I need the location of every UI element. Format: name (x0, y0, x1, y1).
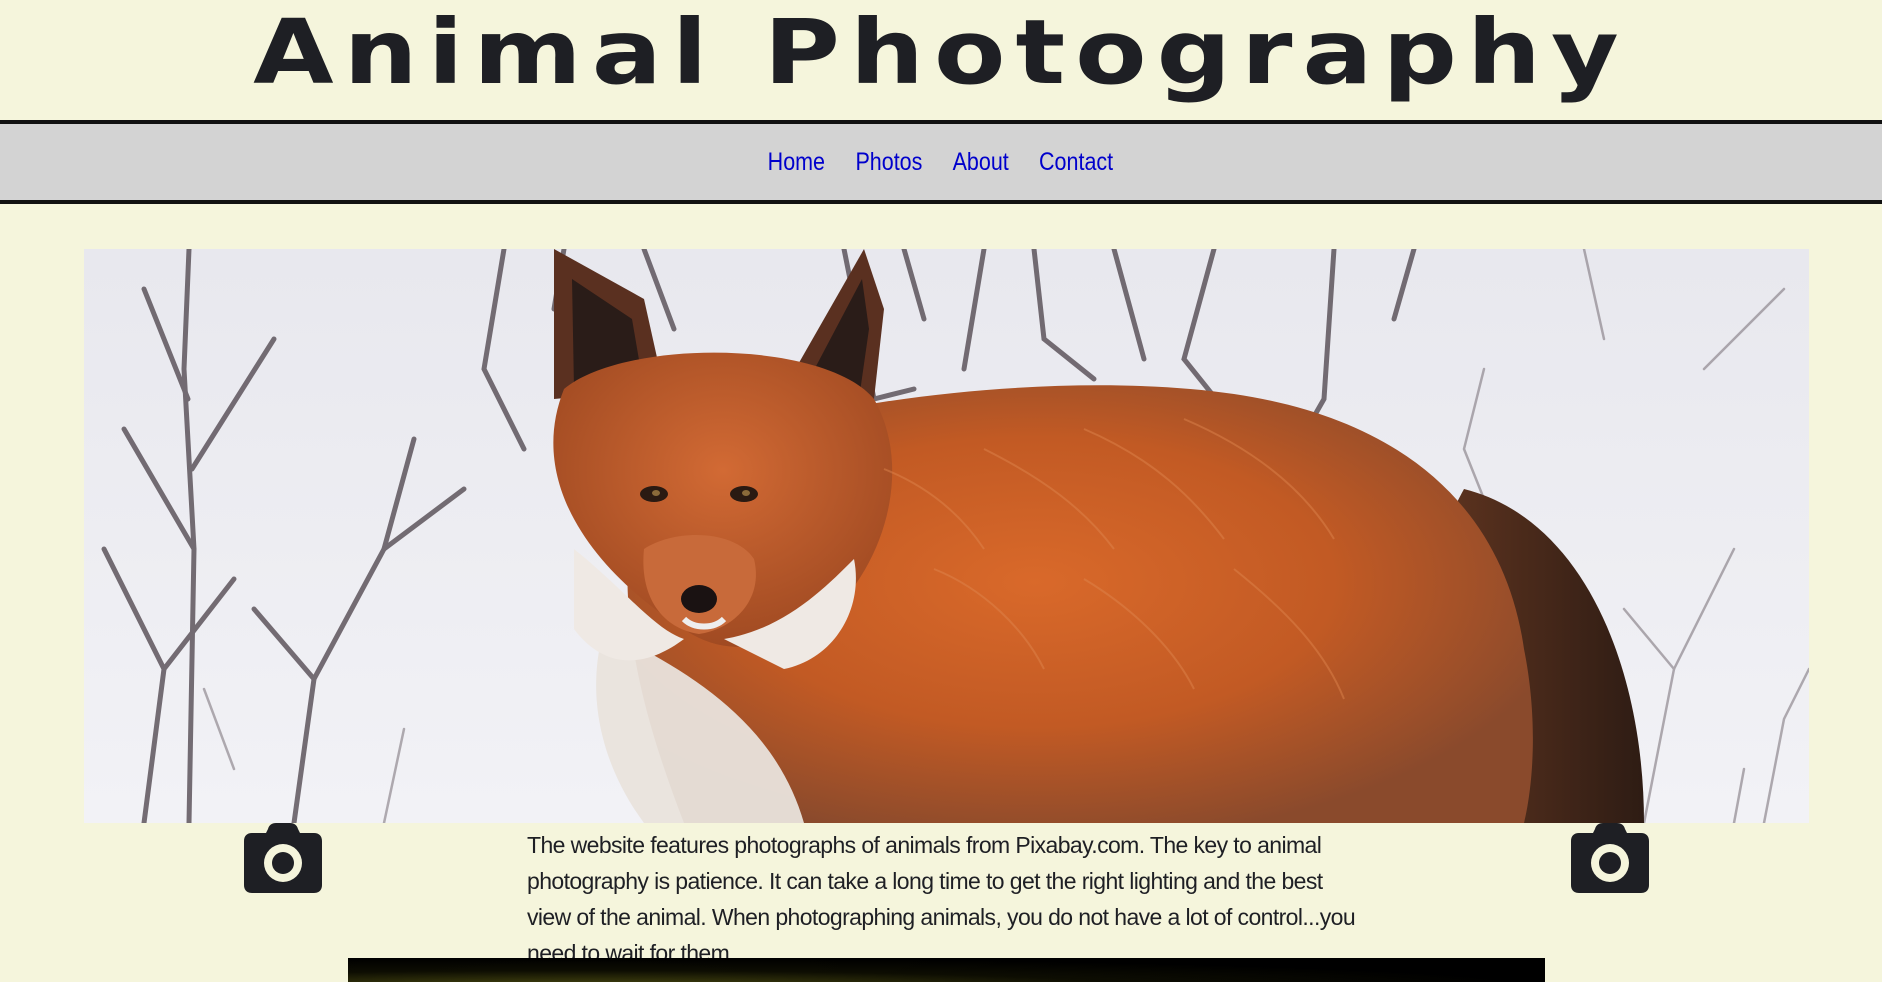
intro-paragraph: The website features photographs of anim… (527, 832, 1356, 966)
nav-link-contact[interactable]: Contact (1039, 148, 1113, 177)
site-header: Animal Photography (0, 0, 1882, 120)
nav-list: Home Photos About Contact (763, 148, 1119, 177)
camera-icon (244, 823, 322, 893)
nav-item-photos: Photos (850, 148, 928, 177)
intro-section: The website features photographs of anim… (0, 823, 1882, 966)
nav-item-contact: Contact (1033, 148, 1119, 177)
nav-link-about[interactable]: About (952, 148, 1008, 177)
main-navigation: Home Photos About Contact (0, 120, 1882, 204)
nav-item-home: Home (763, 148, 830, 177)
nav-link-home[interactable]: Home (768, 148, 825, 177)
next-photo-preview (348, 958, 1545, 982)
nav-item-about: About (948, 148, 1013, 177)
camera-icon (1571, 823, 1649, 893)
nav-link-photos[interactable]: Photos (855, 148, 922, 177)
hero-fox-photo (84, 249, 1809, 823)
site-title: Animal Photography (253, 0, 1629, 105)
fox-photo-illustration (84, 249, 1809, 823)
